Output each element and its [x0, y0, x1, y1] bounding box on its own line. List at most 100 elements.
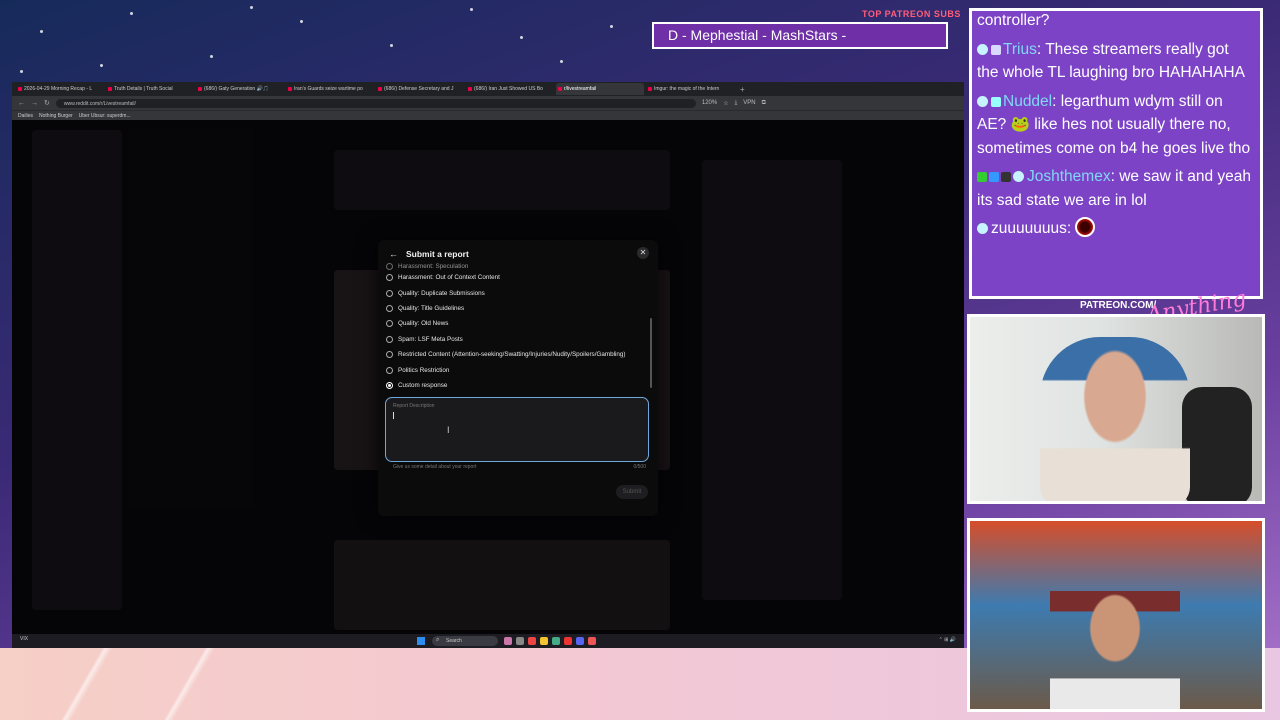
- chat-message: Joshthemex: we saw it and yeah its sad s…: [977, 165, 1254, 212]
- vpn-badge[interactable]: VPN: [743, 100, 755, 106]
- radio-button[interactable]: [386, 320, 393, 328]
- report-option-label: Quality: Old News: [398, 320, 449, 328]
- report-option-label: Harassment: Speculation: [398, 263, 469, 270]
- extensions-icon[interactable]: ⧉: [762, 100, 766, 107]
- webcam-streamer-1: [967, 314, 1265, 504]
- chat-message: zuuuuuuus:: [977, 217, 1254, 241]
- tab-strip: 2026-04-29 Morning Recap - L Truth Detail…: [12, 82, 964, 96]
- streamer-figure: [1050, 591, 1180, 709]
- radio-button[interactable]: [386, 381, 393, 389]
- browser-tab[interactable]: Truth Details | Truth Social: [106, 83, 194, 95]
- browser-window: 2026-04-29 Morning Recap - L Truth Detail…: [12, 82, 964, 648]
- chat-message: Nuddel: legarthum wdym still on AE? 🐸 li…: [977, 90, 1254, 161]
- weather-widget[interactable]: VIX: [20, 636, 28, 642]
- report-option[interactable]: Politics Restriction: [386, 362, 648, 377]
- forward-nav-icon[interactable]: →: [31, 100, 38, 107]
- windows-start-icon[interactable]: [417, 637, 425, 645]
- report-option[interactable]: Harassment: Speculation: [386, 262, 648, 270]
- bookmark-item[interactable]: Nothing Burger: [39, 113, 73, 119]
- browser-tab[interactable]: (686/) Defense Secretary and J: [376, 83, 464, 95]
- browser-tab[interactable]: Imgur: the magic of the Intern: [646, 83, 734, 95]
- report-option[interactable]: Quality: Duplicate Submissions: [386, 285, 648, 300]
- chat-partial-line: controller?: [977, 12, 1050, 29]
- browser-tab[interactable]: 2026-04-29 Morning Recap - L: [16, 83, 104, 95]
- new-tab-button[interactable]: +: [736, 85, 749, 94]
- back-nav-icon[interactable]: ←: [18, 100, 25, 107]
- url-bar[interactable]: www.reddit.com/r/Livestreamfail/: [55, 98, 696, 108]
- mod-badge-icon: [1001, 172, 1011, 182]
- gaming-chair: [1182, 387, 1252, 501]
- browser-tab[interactable]: Iran's Guards seize wartime po: [286, 83, 374, 95]
- app-icon[interactable]: [588, 637, 596, 645]
- back-arrow-icon[interactable]: ←: [389, 249, 398, 259]
- star-icon[interactable]: ☆: [723, 100, 728, 107]
- chat-badge-icon: [977, 95, 988, 107]
- report-option[interactable]: Restricted Content (Attention-seeking/Sw…: [386, 347, 648, 362]
- system-tray[interactable]: ⌃ ⊞ 🔊: [939, 637, 956, 643]
- address-row: ← → ↻ www.reddit.com/r/Livestreamfail/ 1…: [12, 96, 964, 110]
- search-icon: ⌕: [436, 637, 440, 643]
- taskbar-search[interactable]: ⌕ Search: [432, 636, 498, 646]
- description-placeholder: Report Description: [393, 403, 435, 409]
- radio-button[interactable]: [386, 289, 393, 297]
- radio-button[interactable]: [386, 263, 393, 270]
- chat-message: Trius: These streamers really got the wh…: [977, 38, 1254, 85]
- emote-icon: [1075, 217, 1096, 237]
- chat-username: Nuddel: [1003, 92, 1053, 110]
- report-modal: ← Submit a report ✕ Harassment: Speculat…: [378, 240, 658, 516]
- discord-icon[interactable]: [576, 637, 584, 645]
- report-option[interactable]: Quality: Old News: [386, 316, 648, 331]
- ibeam-cursor-icon: I: [447, 425, 450, 435]
- report-option-label: Harassment: Out of Context Content: [398, 274, 500, 282]
- modal-title: Submit a report: [406, 249, 469, 259]
- modal-header: ← Submit a report ✕: [378, 247, 658, 262]
- app-icon[interactable]: [504, 637, 512, 645]
- app-icon[interactable]: [528, 637, 536, 645]
- taskbar: VIX ⌕ Search ⌃ ⊞ 🔊: [12, 634, 964, 648]
- radio-button[interactable]: [386, 274, 393, 282]
- app-icon[interactable]: [516, 637, 524, 645]
- browser-tab[interactable]: (686/) Gaty Generation 🔊🎵: [196, 83, 284, 95]
- report-option-label: Quality: Title Guidelines: [398, 304, 465, 312]
- chat-badge-icon: [977, 43, 988, 55]
- streamer-figure: [1040, 337, 1190, 501]
- chat-badge-icon: [1013, 171, 1024, 182]
- download-icon[interactable]: ⤓: [735, 100, 738, 107]
- report-option[interactable]: Quality: Title Guidelines: [386, 301, 648, 316]
- submit-button[interactable]: Submit: [616, 485, 648, 499]
- scrollbar[interactable]: [650, 318, 652, 388]
- description-helper: Give us some detail about your report: [393, 464, 477, 470]
- radio-button[interactable]: [386, 304, 393, 312]
- radio-button[interactable]: [386, 335, 393, 343]
- report-description-input[interactable]: Report Description I: [385, 397, 649, 462]
- chat-username: zuuuuuuus: [991, 220, 1067, 237]
- browser-tab[interactable]: (686/) Iran Just Showed US Bo: [466, 83, 554, 95]
- report-option[interactable]: Harassment: Out of Context Content: [386, 270, 648, 285]
- bookmark-item[interactable]: Dailies: [18, 113, 33, 119]
- webcam-streamer-2: [967, 518, 1265, 712]
- report-option[interactable]: Custom response: [386, 378, 648, 393]
- report-option-label: Custom response: [398, 381, 448, 389]
- radio-button[interactable]: [386, 351, 393, 359]
- app-icon[interactable]: [552, 637, 560, 645]
- close-icon[interactable]: ✕: [637, 247, 649, 259]
- a-badge-icon: [989, 172, 999, 182]
- report-option-label: Spam: LSF Meta Posts: [398, 335, 463, 343]
- report-reason-list: Harassment: Speculation Harassment: Out o…: [386, 262, 648, 393]
- report-option-label: Quality: Duplicate Submissions: [398, 289, 485, 297]
- char-counter: 0/500: [633, 464, 646, 470]
- reload-icon[interactable]: ↻: [44, 99, 50, 107]
- text-caret: [393, 412, 394, 419]
- app-icon[interactable]: [564, 637, 572, 645]
- sub-ticker: D - Mephestial - MashStars -: [652, 22, 948, 49]
- zoom-indicator[interactable]: 120%: [702, 100, 717, 106]
- chat-panel: controller? Trius: These streamers reall…: [969, 8, 1263, 299]
- bookmark-item[interactable]: Uber Ubsur: superdm...: [79, 113, 131, 119]
- radio-button[interactable]: [386, 366, 393, 374]
- k-badge-icon: [977, 172, 987, 182]
- chat-badge-icon: [977, 223, 988, 234]
- folder-icon[interactable]: [540, 637, 548, 645]
- report-option[interactable]: Spam: LSF Meta Posts: [386, 332, 648, 347]
- browser-tab[interactable]: r/livestreamfail: [556, 83, 644, 95]
- link-badge-icon: [991, 44, 1001, 55]
